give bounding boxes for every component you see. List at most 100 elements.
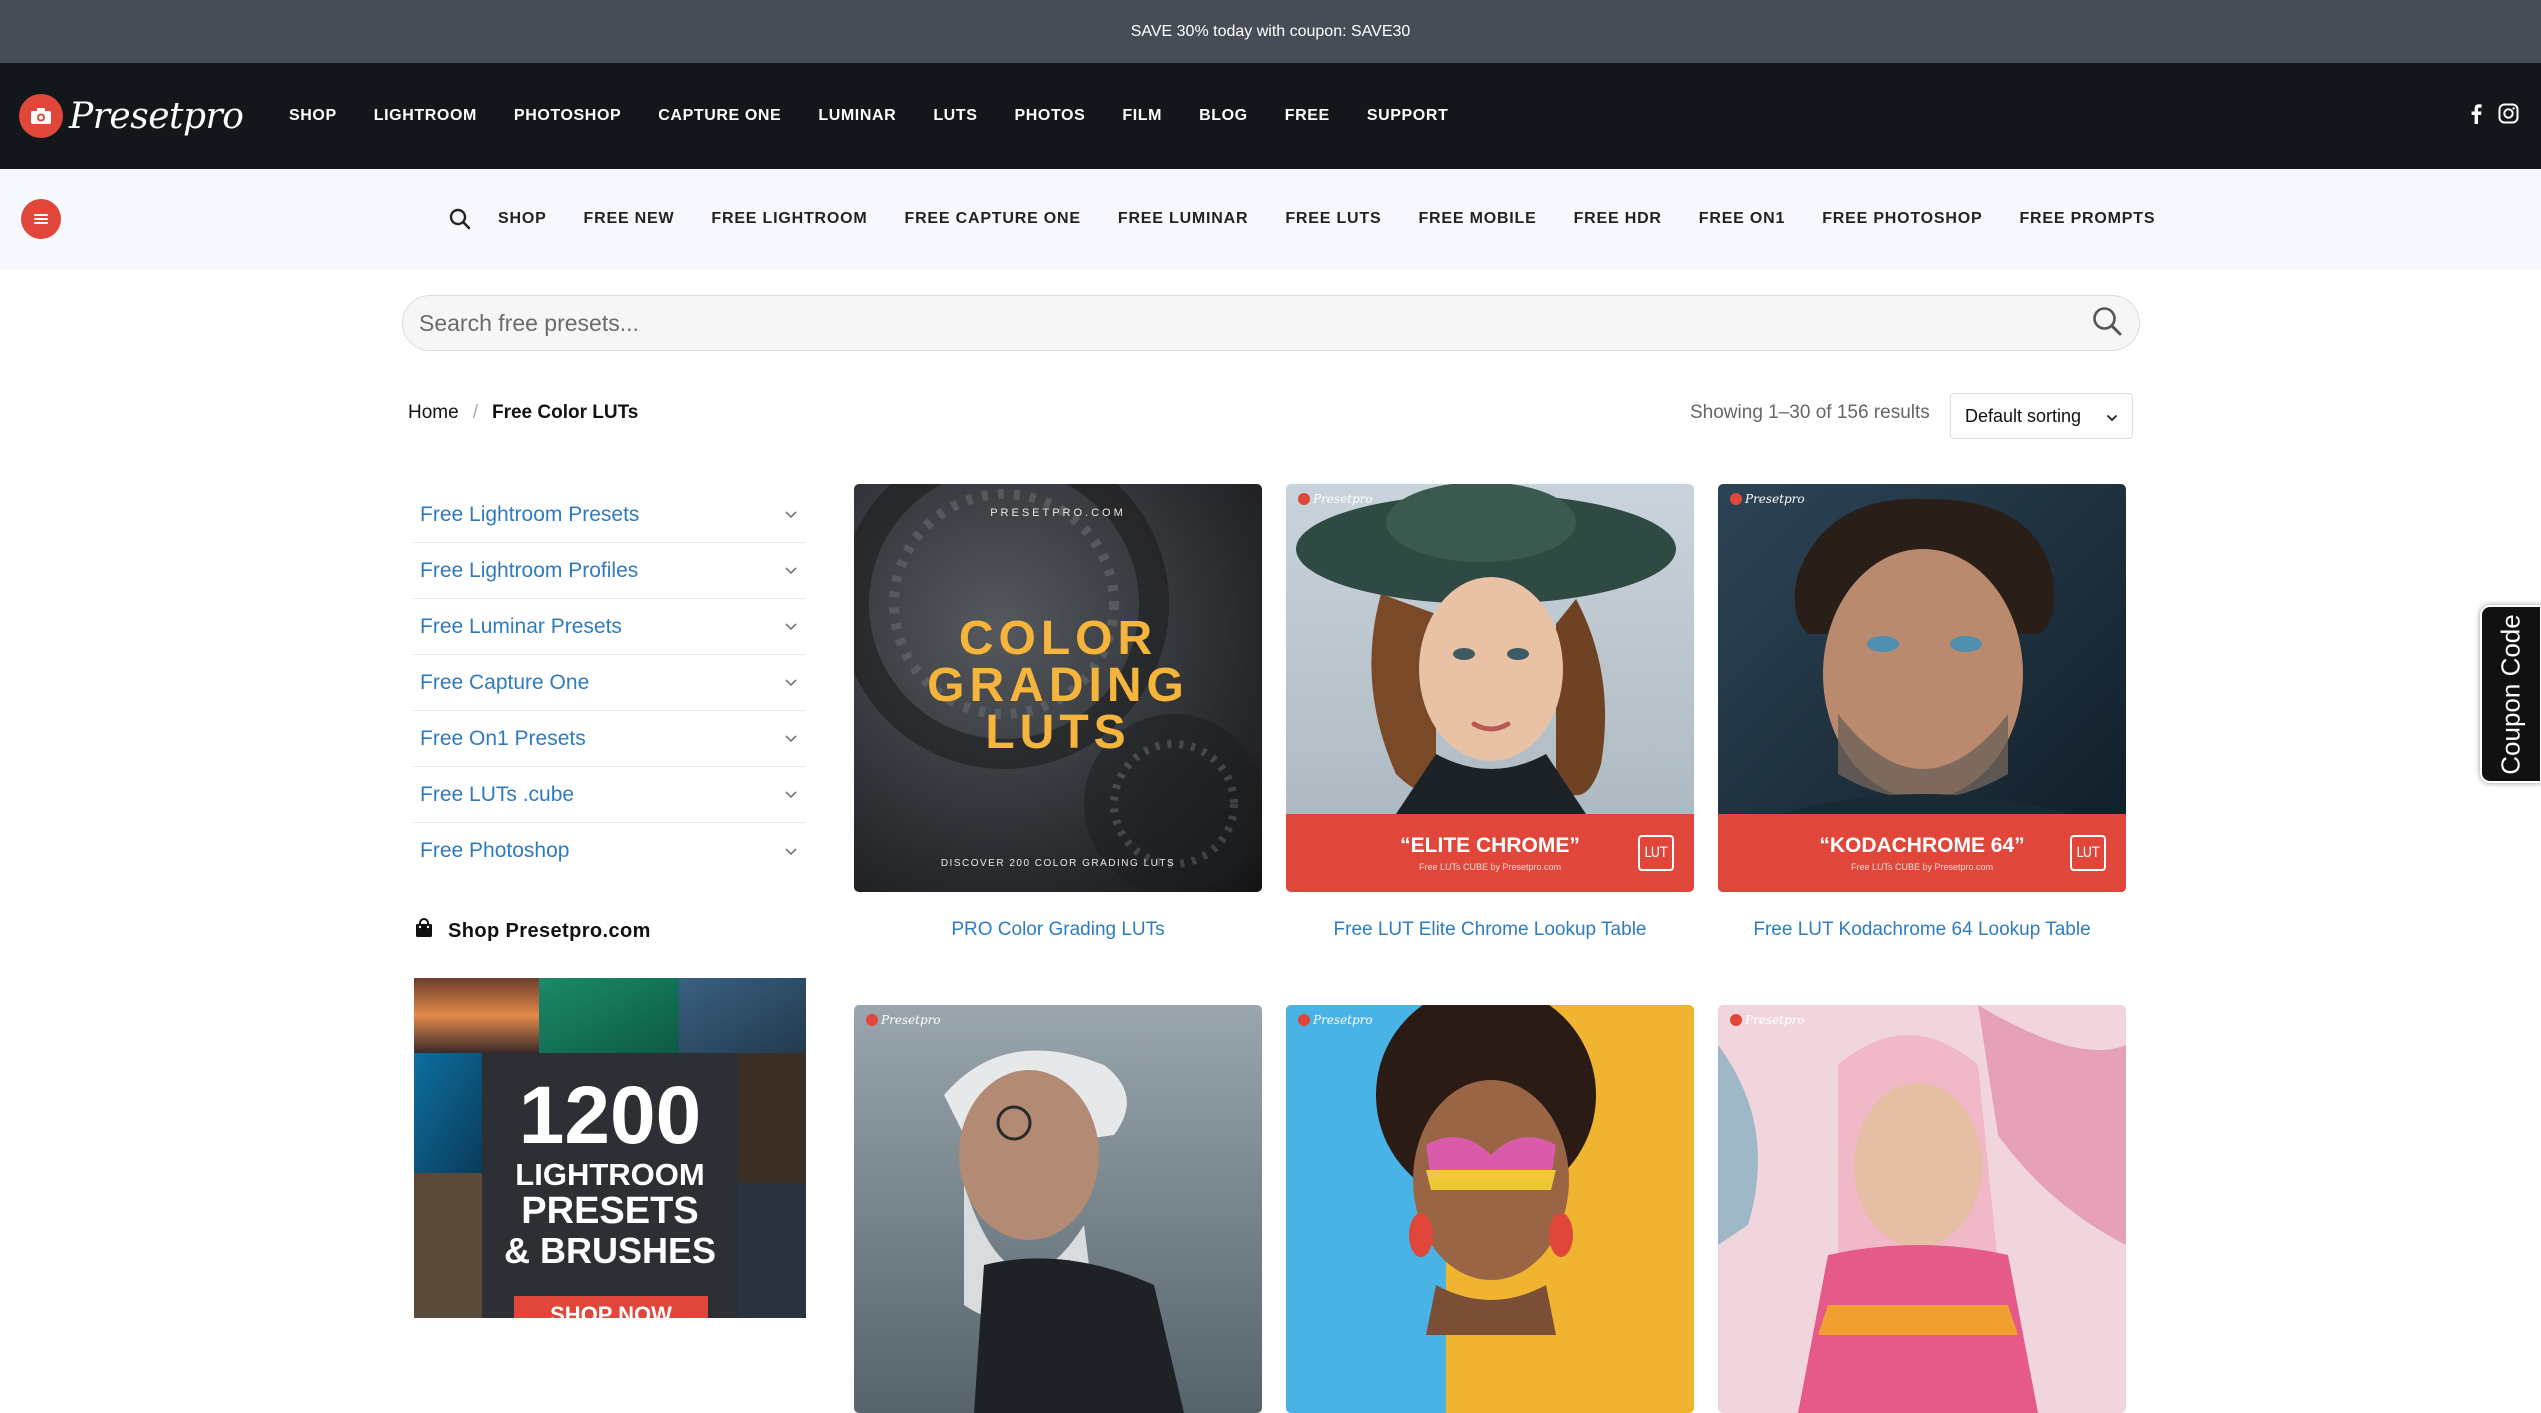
result-count: Showing 1–30 of 156 results bbox=[1690, 402, 1930, 423]
nav-capture-one[interactable]: CAPTURE ONE bbox=[658, 107, 781, 125]
main-header: Presetpro SHOP LIGHTROOM PHOTOSHOP CAPTU… bbox=[0, 63, 2541, 169]
sub-nav: SHOP FREE NEW FREE LIGHTROOM FREE CAPTUR… bbox=[449, 169, 2192, 269]
category-item[interactable]: Free Lightroom Presets bbox=[413, 487, 806, 543]
thumb-line1: COLOR bbox=[959, 612, 1157, 665]
shop-widget-title: Shop Presetpro.com bbox=[414, 918, 651, 944]
breadcrumb-home[interactable]: Home bbox=[408, 402, 459, 424]
subnav-free-on1[interactable]: FREE ON1 bbox=[1699, 210, 1785, 228]
subnav-free-new[interactable]: FREE NEW bbox=[584, 210, 675, 228]
coupon-code-tab[interactable]: Coupon Code bbox=[2480, 605, 2541, 783]
product-thumbnail[interactable]: Presetpro “ELITE CHROME” Free LUTs CUBE … bbox=[1286, 484, 1694, 892]
category-item[interactable]: Free Lightroom Profiles bbox=[413, 543, 806, 599]
category-item[interactable]: Free Photoshop bbox=[413, 823, 806, 879]
nav-lightroom[interactable]: LIGHTROOM bbox=[374, 107, 477, 125]
product-label-bar: “KODACHROME 64” Free LUTs CUBE by Preset… bbox=[1718, 814, 2126, 892]
chevron-down-icon[interactable] bbox=[784, 790, 798, 799]
subnav-free-luminar[interactable]: FREE LUMINAR bbox=[1118, 210, 1248, 228]
nav-luts[interactable]: LUTS bbox=[933, 107, 977, 125]
sub-nav-bar: SHOP FREE NEW FREE LIGHTROOM FREE CAPTUR… bbox=[0, 169, 2541, 269]
product-card[interactable]: Presetpro “ELITE CHROME” Free LUTs CUBE … bbox=[1286, 484, 1694, 892]
lut-badge-icon: LUT bbox=[1638, 835, 1674, 871]
subnav-free-luts[interactable]: FREE LUTS bbox=[1285, 210, 1381, 228]
nav-support[interactable]: SUPPORT bbox=[1367, 107, 1449, 125]
thumb-subtitle: Free LUTs CUBE by Presetpro.com bbox=[1850, 862, 1994, 872]
product-title[interactable]: Free LUT Elite Chrome Lookup Table bbox=[1286, 919, 1694, 941]
shopping-bag-icon bbox=[414, 918, 434, 944]
chevron-down-icon[interactable] bbox=[784, 566, 798, 575]
category-item[interactable]: Free On1 Presets bbox=[413, 711, 806, 767]
thumb-line3: LUTS bbox=[985, 706, 1130, 759]
nav-luminar[interactable]: LUMINAR bbox=[818, 107, 896, 125]
promo-bar: SAVE 30% today with coupon: SAVE30 bbox=[0, 0, 2541, 63]
site-logo[interactable]: Presetpro bbox=[19, 94, 244, 138]
category-item[interactable]: Free Capture One bbox=[413, 655, 806, 711]
category-label[interactable]: Free Capture One bbox=[420, 671, 589, 695]
search-submit-icon[interactable] bbox=[2091, 305, 2123, 342]
product-card[interactable]: Presetpro “KODACHROME 64” Free LUTs CUBE… bbox=[1718, 484, 2126, 892]
banner-number: 1200 bbox=[519, 1070, 701, 1161]
logo-wordmark: Presetpro bbox=[69, 95, 244, 137]
product-title[interactable]: Free LUT Kodachrome 64 Lookup Table bbox=[1718, 919, 2126, 941]
chevron-down-icon[interactable] bbox=[784, 622, 798, 631]
chevron-down-icon[interactable] bbox=[784, 510, 798, 519]
sort-selected-label: Default sorting bbox=[1965, 405, 2082, 426]
thumb-site: PRESETPRO.COM bbox=[990, 507, 1126, 519]
shop-promo-banner[interactable]: 1200 LIGHTROOM PRESETS & BRUSHES SHOP NO… bbox=[414, 978, 806, 1318]
nav-film[interactable]: FILM bbox=[1122, 107, 1162, 125]
category-label[interactable]: Free Photoshop bbox=[420, 839, 569, 863]
breadcrumb-separator: / bbox=[472, 402, 478, 423]
product-thumbnail[interactable]: Presetpro bbox=[1286, 1005, 1694, 1413]
category-label[interactable]: Free LUTs .cube bbox=[420, 783, 574, 807]
promo-text: SAVE 30% today with coupon: SAVE30 bbox=[1130, 22, 1411, 40]
instagram-icon[interactable] bbox=[2498, 103, 2519, 129]
subnav-free-prompts[interactable]: FREE PROMPTS bbox=[2019, 210, 2155, 228]
thumb-line2: GRADING bbox=[927, 659, 1189, 712]
chevron-down-icon[interactable] bbox=[784, 734, 798, 743]
thumb-title: “ELITE CHROME” bbox=[1400, 834, 1580, 857]
nav-free[interactable]: FREE bbox=[1285, 107, 1330, 125]
subnav-free-lightroom[interactable]: FREE LIGHTROOM bbox=[711, 210, 867, 228]
facebook-icon[interactable] bbox=[2470, 103, 2482, 129]
product-thumbnail[interactable]: Presetpro bbox=[1718, 1005, 2126, 1413]
product-card[interactable]: Presetpro bbox=[1286, 1005, 1694, 1413]
nav-photoshop[interactable]: PHOTOSHOP bbox=[514, 107, 621, 125]
category-item[interactable]: Free LUTs .cube bbox=[413, 767, 806, 823]
search-icon[interactable] bbox=[449, 208, 471, 230]
watermark-logo: Presetpro bbox=[1730, 492, 1805, 506]
category-item[interactable]: Free Luminar Presets bbox=[413, 599, 806, 655]
chevron-down-icon[interactable] bbox=[784, 678, 798, 687]
nav-photos[interactable]: PHOTOS bbox=[1015, 107, 1086, 125]
product-thumbnail[interactable]: Presetpro “KODACHROME 64” Free LUTs CUBE… bbox=[1718, 484, 2126, 892]
breadcrumb-current: Free Color LUTs bbox=[491, 402, 639, 423]
chevron-down-icon[interactable] bbox=[784, 847, 798, 856]
product-card[interactable]: Presetpro bbox=[854, 1005, 1262, 1413]
category-label[interactable]: Free On1 Presets bbox=[420, 727, 586, 751]
category-label[interactable]: Free Luminar Presets bbox=[420, 615, 622, 639]
banner-cta-label: SHOP NOW bbox=[550, 1302, 672, 1318]
product-card[interactable]: Presetpro bbox=[1718, 1005, 2126, 1413]
product-thumbnail[interactable]: Presetpro bbox=[854, 1005, 1262, 1413]
thumb-subtitle: Free LUTs CUBE by Presetpro.com bbox=[1418, 862, 1562, 872]
category-label[interactable]: Free Lightroom Profiles bbox=[420, 559, 638, 583]
subnav-free-photoshop[interactable]: FREE PHOTOSHOP bbox=[1822, 210, 1982, 228]
subnav-free-capture-one[interactable]: FREE CAPTURE ONE bbox=[905, 210, 1081, 228]
menu-button[interactable] bbox=[21, 199, 61, 239]
sort-select[interactable]: Default sorting bbox=[1950, 393, 2133, 439]
thumb-caption: DISCOVER 200 COLOR GRADING LUTS bbox=[941, 858, 1175, 869]
watermark-logo: Presetpro bbox=[866, 1013, 941, 1027]
nav-blog[interactable]: BLOG bbox=[1199, 107, 1248, 125]
coupon-code-label: Coupon Code bbox=[2495, 613, 2526, 775]
thumb-title: “KODACHROME 64” bbox=[1819, 834, 2025, 857]
search-input[interactable] bbox=[419, 309, 2091, 337]
subnav-free-mobile[interactable]: FREE MOBILE bbox=[1418, 210, 1536, 228]
banner-line1: LIGHTROOM bbox=[515, 1157, 704, 1192]
nav-shop[interactable]: SHOP bbox=[289, 107, 337, 125]
banner-image: 1200 LIGHTROOM PRESETS & BRUSHES SHOP NO… bbox=[414, 978, 806, 1318]
product-title[interactable]: PRO Color Grading LUTs bbox=[854, 919, 1262, 941]
category-label[interactable]: Free Lightroom Presets bbox=[420, 503, 639, 527]
subnav-shop[interactable]: SHOP bbox=[498, 210, 547, 228]
search-bar bbox=[402, 295, 2140, 351]
product-card[interactable]: PRESETPRO.COM COLOR GRADING LUTS DISCOVE… bbox=[854, 484, 1262, 892]
subnav-free-hdr[interactable]: FREE HDR bbox=[1574, 210, 1662, 228]
product-thumbnail[interactable]: PRESETPRO.COM COLOR GRADING LUTS DISCOVE… bbox=[854, 484, 1262, 892]
